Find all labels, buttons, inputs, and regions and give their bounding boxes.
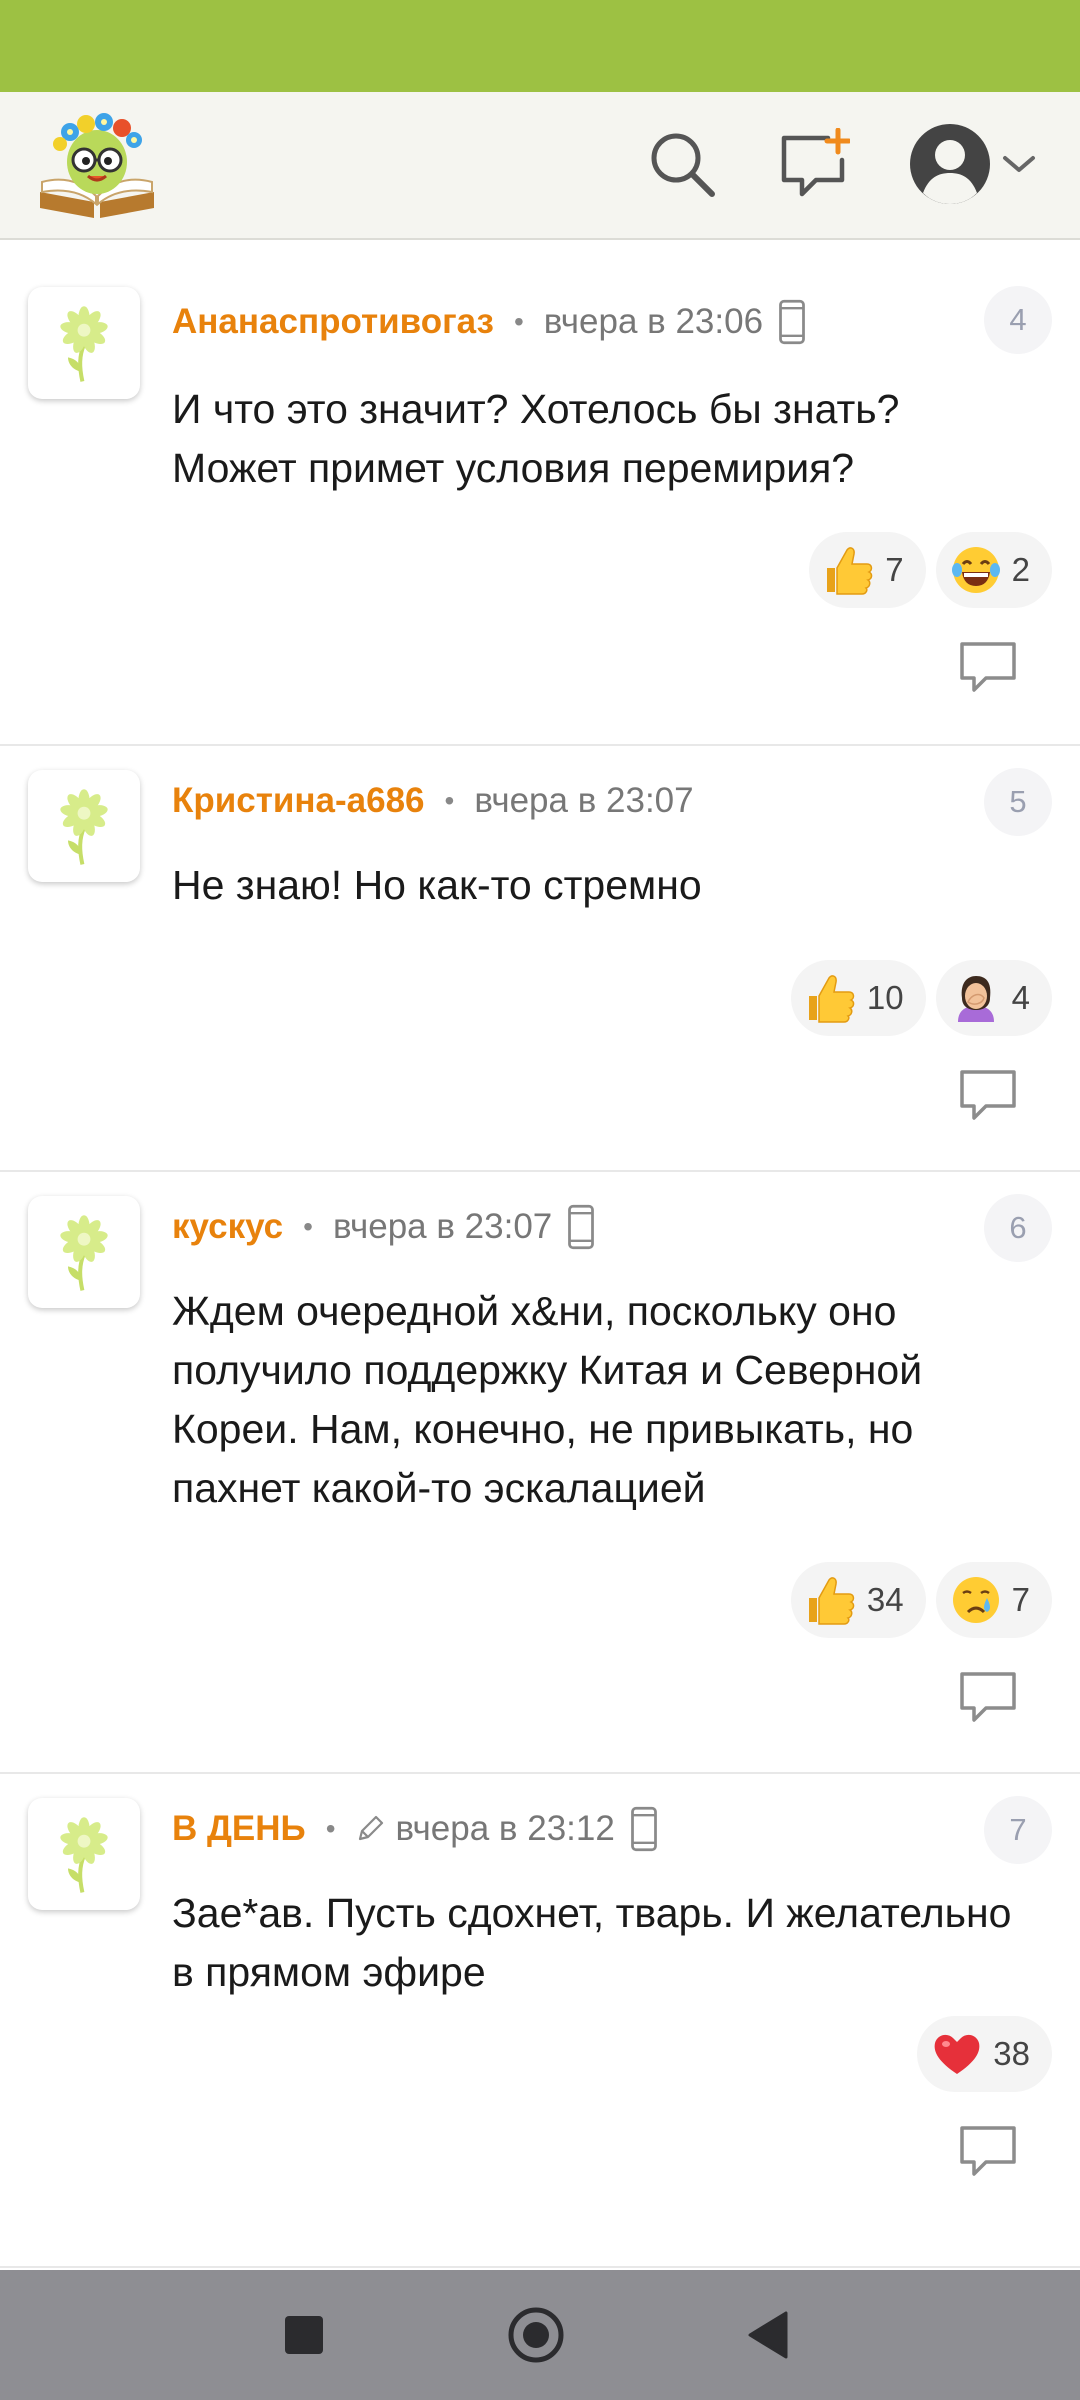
reaction-count: 34 xyxy=(866,1581,904,1618)
reactions-bar: 10 4 xyxy=(790,960,1052,1036)
reaction-count: 7 xyxy=(1011,1581,1030,1618)
comment-number-badge: 5 xyxy=(984,768,1052,836)
reply-button[interactable] xyxy=(956,1670,1020,1726)
edited-pencil-icon xyxy=(356,1815,384,1843)
crying-face-icon xyxy=(950,1574,1002,1626)
account-icon xyxy=(907,121,993,212)
avatar[interactable] xyxy=(28,287,140,399)
mobile-phone-icon xyxy=(629,1806,659,1852)
comment: Ананаспротивогаз • вчера в 23:06 4 И что… xyxy=(0,242,1080,746)
system-navigation-bar xyxy=(0,2270,1080,2400)
reply-button[interactable] xyxy=(956,2124,1020,2180)
facepalm-icon xyxy=(950,972,1002,1024)
search-icon xyxy=(646,128,718,205)
reactions-bar: 34 7 xyxy=(790,1562,1052,1638)
new-post-icon xyxy=(778,127,852,205)
comment-time: вчера в 23:07 xyxy=(474,781,694,820)
reaction-facepalm[interactable]: 4 xyxy=(935,960,1052,1036)
flower-avatar-icon xyxy=(44,780,124,872)
comment-time: вчера в 23:12 xyxy=(395,1809,615,1848)
reaction-count: 38 xyxy=(993,2035,1030,2072)
comment-number-badge: 6 xyxy=(984,1194,1052,1262)
comment-author[interactable]: Ананаспротивогаз xyxy=(172,302,494,342)
comment-meta: Ананаспротивогаз • вчера в 23:06 xyxy=(172,297,807,347)
comment-meta: кускус • вчера в 23:07 xyxy=(172,1202,596,1252)
back-button[interactable] xyxy=(728,2295,808,2375)
account-menu-button[interactable] xyxy=(898,116,1048,216)
reply-button[interactable] xyxy=(956,640,1020,696)
thumbs-up-icon xyxy=(805,972,857,1024)
search-button[interactable] xyxy=(642,126,722,206)
thumbs-up-icon xyxy=(823,544,875,596)
avatar[interactable] xyxy=(28,1798,140,1910)
comment: Кристина-а686 • вчера в 23:07 5 Не знаю!… xyxy=(0,746,1080,1172)
back-triangle-icon xyxy=(748,2311,788,2359)
separator-dot: • xyxy=(444,785,455,816)
comments-feed: Ананаспротивогаз • вчера в 23:06 4 И что… xyxy=(0,242,1080,2270)
reaction-thumbs-up[interactable]: 10 xyxy=(790,960,926,1036)
status-bar xyxy=(0,0,1080,92)
recents-square-icon xyxy=(285,2316,323,2354)
thumbs-up-icon xyxy=(805,1574,857,1626)
separator-dot: • xyxy=(303,1211,313,1242)
comment-author[interactable]: В ДЕНЬ xyxy=(172,1809,306,1849)
mobile-phone-icon xyxy=(777,299,807,345)
reply-bubble-icon xyxy=(956,1670,1020,1726)
recents-button[interactable] xyxy=(264,2295,344,2375)
comment-author[interactable]: кускус xyxy=(172,1207,283,1247)
comment-number-badge: 4 xyxy=(984,286,1052,354)
separator-dot: • xyxy=(513,306,524,337)
reaction-count: 10 xyxy=(866,979,904,1016)
separator-dot: • xyxy=(325,1813,336,1844)
comment-text: И что это значит? Хотелось бы знать? Мож… xyxy=(172,386,900,491)
chevron-down-icon xyxy=(999,152,1039,181)
avatar[interactable] xyxy=(28,770,140,882)
comment: кускус • вчера в 23:07 6 Ждем очередной … xyxy=(0,1172,1080,1774)
reply-bubble-icon xyxy=(956,1068,1020,1124)
comment-number-badge: 7 xyxy=(984,1796,1052,1864)
comment-author[interactable]: Кристина-а686 xyxy=(172,781,425,821)
comment-meta: Кристина-а686 • вчера в 23:07 xyxy=(172,776,694,826)
red-heart-icon xyxy=(931,2028,983,2080)
comment-time: вчера в 23:07 xyxy=(332,1207,553,1246)
comment-text: Ждем очередной х&ни, поскольку оно получ… xyxy=(172,1288,923,1511)
app-header xyxy=(0,92,1080,240)
mobile-phone-icon xyxy=(566,1204,596,1250)
comment-text: Зае*ав. Пусть сдохнет, тварь. И желатель… xyxy=(172,1890,1012,1995)
home-circle-icon xyxy=(508,2307,564,2363)
reaction-thumbs-up[interactable]: 7 xyxy=(809,532,926,608)
comment-meta: В ДЕНЬ • вчера в 23:12 xyxy=(172,1804,659,1854)
reactions-bar: 38 xyxy=(917,2016,1052,2092)
avatar[interactable] xyxy=(28,1196,140,1308)
reply-bubble-icon xyxy=(956,640,1020,696)
flower-avatar-icon xyxy=(44,1206,124,1298)
reply-bubble-icon xyxy=(956,2124,1020,2180)
comment-text: Не знаю! Но как-то стремно xyxy=(172,862,702,908)
reaction-count: 2 xyxy=(1011,551,1030,588)
reply-button[interactable] xyxy=(956,1068,1020,1124)
reaction-red-heart[interactable]: 38 xyxy=(917,2016,1052,2092)
new-post-button[interactable] xyxy=(774,126,854,206)
tears-of-joy-icon xyxy=(950,544,1002,596)
flower-avatar-icon xyxy=(44,297,124,389)
reaction-crying[interactable]: 7 xyxy=(935,1562,1052,1638)
reaction-thumbs-up[interactable]: 34 xyxy=(790,1562,926,1638)
reactions-bar: 7 2 xyxy=(809,532,1052,608)
book-mascot-logo[interactable] xyxy=(34,110,160,222)
reaction-count: 4 xyxy=(1011,979,1030,1016)
comment: В ДЕНЬ • вчера в 23:12 7 Зае*ав. Пусть с… xyxy=(0,1774,1080,2268)
flower-avatar-icon xyxy=(44,1808,124,1900)
reaction-count: 7 xyxy=(885,551,904,588)
home-button[interactable] xyxy=(496,2295,576,2375)
reaction-tears-of-joy[interactable]: 2 xyxy=(935,532,1052,608)
comment-time: вчера в 23:06 xyxy=(543,302,764,341)
